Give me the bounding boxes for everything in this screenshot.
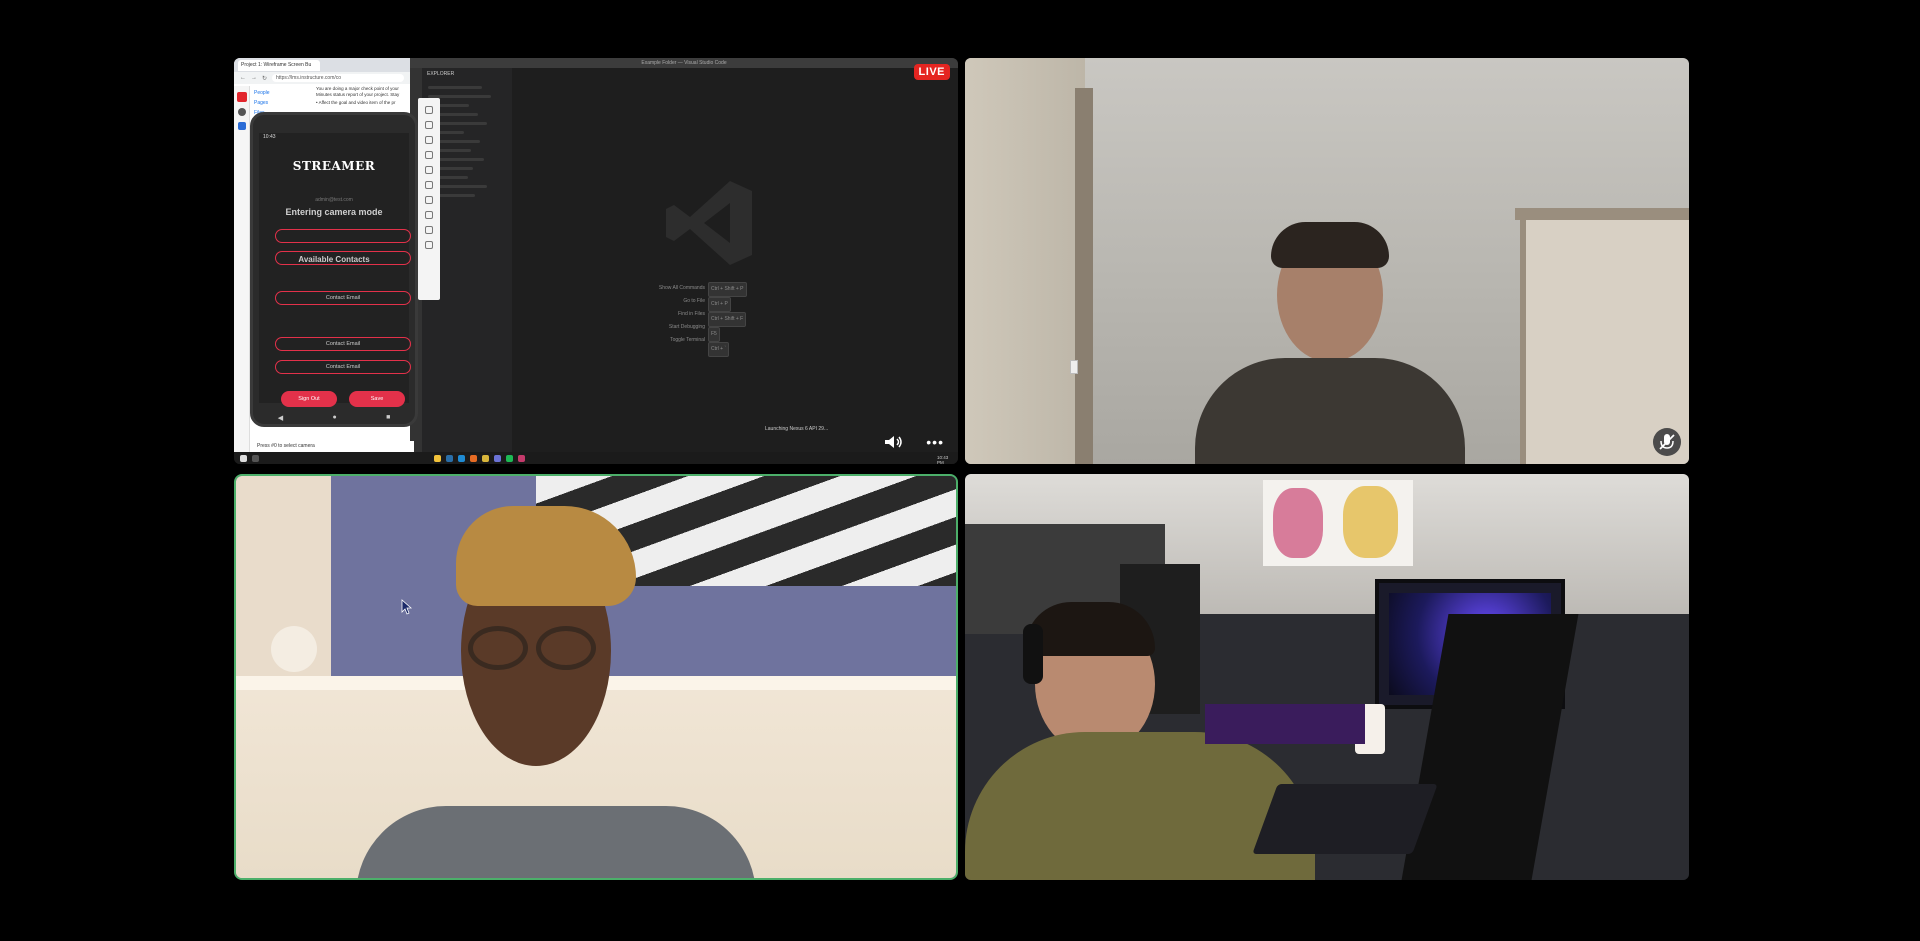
live-badge: LIVE xyxy=(913,64,950,80)
browser-tab-bar: Project 1: Wireframe Screen Bu xyxy=(234,58,410,72)
windows-taskbar: 10:43 PM 1/4/2021 xyxy=(234,452,958,464)
contact-email-field[interactable]: Contact Email xyxy=(275,291,411,305)
muted-mic-icon xyxy=(1653,428,1681,456)
assignment-paragraph: You are doing a major check point of you… xyxy=(316,86,400,97)
zoom-icon[interactable] xyxy=(425,196,433,204)
browser-tab[interactable]: Project 1: Wireframe Screen Bu xyxy=(238,59,320,71)
contact-email-field[interactable]: Contact Email xyxy=(275,360,411,374)
participant-video xyxy=(236,476,956,878)
welcome-shortcut-keys: Ctrl + Shift + P Ctrl + P Ctrl + Shift +… xyxy=(708,282,747,357)
home-icon[interactable]: ● xyxy=(332,414,336,422)
account-icon xyxy=(237,108,246,116)
phone-nav-bar: ◀ ● ■ xyxy=(253,414,415,422)
forward-icon: → xyxy=(251,75,257,81)
back-icon: ← xyxy=(240,75,246,81)
shortcut-label: Show All Commands xyxy=(658,285,705,291)
volume-up-icon[interactable] xyxy=(425,121,433,129)
shortcut-keys: Ctrl + Shift + F xyxy=(708,312,747,327)
screen-share-tile[interactable]: Project 1: Wireframe Screen Bu ← → ↻ htt… xyxy=(234,58,958,464)
save-button[interactable]: Save xyxy=(349,391,405,407)
back-icon[interactable] xyxy=(425,211,433,219)
chrome-icon xyxy=(482,454,489,462)
vscode-icon xyxy=(458,454,465,462)
spotify-icon xyxy=(506,454,513,462)
phone-screen[interactable]: 10:43 STREAMER admin@test.com Entering c… xyxy=(259,133,411,407)
app-logo: STREAMER xyxy=(292,159,376,173)
shortcut-label: Go to File xyxy=(683,298,705,304)
explorer-header: EXPLORER xyxy=(427,71,455,77)
explorer-icon xyxy=(434,454,441,462)
contact-email-field[interactable]: Contact Email xyxy=(275,337,411,351)
shortcut-keys: Ctrl + P xyxy=(708,297,731,312)
browser-course-nav xyxy=(234,86,250,452)
search-icon xyxy=(252,454,259,462)
canvas-logo-icon xyxy=(236,92,247,102)
participant-video-tile[interactable] xyxy=(965,474,1689,880)
shortcut-label: Start Debugging xyxy=(668,324,705,330)
android-emulator: 10:43 STREAMER admin@test.com Entering c… xyxy=(250,112,418,427)
start-icon xyxy=(240,454,247,462)
assignment-bullet: • Affect the goal and video item of the … xyxy=(316,100,396,105)
power-icon[interactable] xyxy=(425,106,433,114)
mouse-cursor-icon xyxy=(401,599,413,615)
participant-video-tile[interactable] xyxy=(965,58,1689,464)
contact-field[interactable] xyxy=(275,229,411,243)
contact-field[interactable] xyxy=(275,251,411,265)
firefox-icon xyxy=(470,454,477,462)
welcome-shortcut-labels: Show All Commands Go to File Find in Fil… xyxy=(630,282,705,347)
anime-poster xyxy=(1263,480,1413,566)
participant-video xyxy=(965,474,1689,880)
volume-icon[interactable] xyxy=(884,435,904,449)
email-hint: admin@test.com xyxy=(315,197,353,203)
more-options-icon[interactable]: ••• xyxy=(926,435,944,449)
camera-mode-title: Entering camera mode xyxy=(285,207,383,217)
steam-icon xyxy=(446,454,453,462)
volume-down-icon[interactable] xyxy=(425,136,433,144)
url-input: https://lms.instructure.com/co xyxy=(272,74,404,82)
home-icon[interactable] xyxy=(425,226,433,234)
participant-video xyxy=(965,58,1689,464)
emulator-status: Launching Nexus 6 API 29... xyxy=(765,426,829,432)
reload-icon: ↻ xyxy=(262,75,268,82)
overview-icon[interactable] xyxy=(425,241,433,249)
app-icon xyxy=(518,454,525,462)
taskbar-clock: 10:43 PM 1/4/2021 xyxy=(937,454,949,465)
vscode-window: Example Folder — Visual Studio Code EXPL… xyxy=(410,58,958,452)
shortcut-label: Toggle Terminal xyxy=(670,337,705,343)
assignment-text: You are doing a major check point of you… xyxy=(316,86,410,106)
recents-icon[interactable]: ■ xyxy=(386,414,390,422)
back-icon[interactable]: ◀ xyxy=(278,414,283,422)
dashboard-icon xyxy=(237,122,246,130)
shortcut-keys: Ctrl + Shift + P xyxy=(708,282,747,297)
shortcut-keys: F5 xyxy=(708,327,720,342)
sign-out-button[interactable]: Sign Out xyxy=(281,391,337,407)
emulator-caption: Press #0 to select camera xyxy=(254,441,414,452)
active-speaker-video-tile[interactable] xyxy=(234,474,958,880)
emulator-toolbar xyxy=(418,98,440,300)
shortcut-keys: Ctrl + ` xyxy=(708,342,730,357)
camera-icon[interactable] xyxy=(425,181,433,189)
vscode-logo-icon xyxy=(666,181,752,265)
discord-icon xyxy=(494,454,501,462)
rotate-icon[interactable] xyxy=(425,151,433,159)
phone-status-time: 10:43 xyxy=(263,134,276,140)
shortcut-label: Find in Files xyxy=(678,311,705,317)
rotate-right-icon[interactable] xyxy=(425,166,433,174)
browser-url-bar: ← → ↻ https://lms.instructure.com/co xyxy=(234,72,410,84)
vscode-title: Example Folder — Visual Studio Code xyxy=(410,58,958,68)
